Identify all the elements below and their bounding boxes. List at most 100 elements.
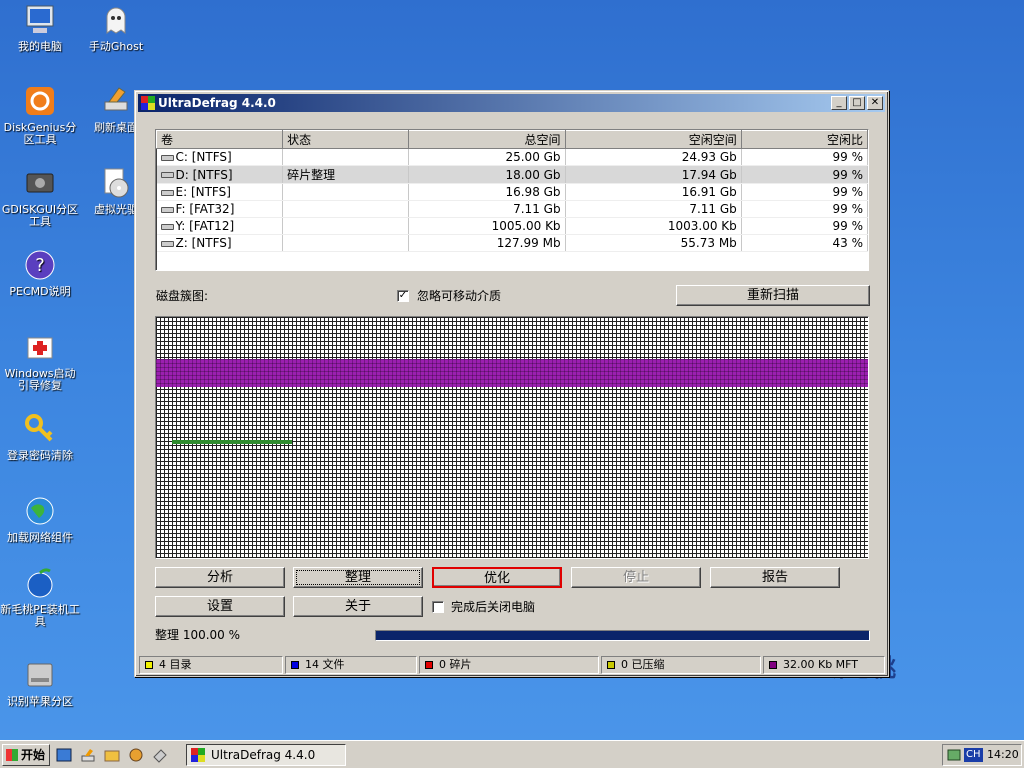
analyze-button[interactable]: 分析 (155, 567, 285, 588)
free-cell: 24.93 Gb (565, 148, 742, 166)
table-row[interactable]: Y: [FAT12] 1005.00 Kb 1003.00 Kb 99 % (156, 217, 868, 235)
close-button[interactable]: ✕ (867, 96, 883, 110)
status-bar: 4 目录 14 文件 0 碎片 0 已压缩 32.00 Kb MFT (139, 656, 886, 674)
volume-cell: D: [NTFS] (175, 167, 233, 182)
desktop-icon-network[interactable]: 加载网络组件 (0, 494, 80, 544)
optimize-button[interactable]: 优化 (432, 567, 562, 588)
shutdown-label[interactable]: 完成后关闭电脑 (451, 598, 535, 615)
language-indicator[interactable]: CH (964, 748, 983, 762)
column-header-total[interactable]: 总空间 (408, 130, 566, 149)
column-header-free[interactable]: 空闲空间 (564, 130, 742, 149)
minimize-button[interactable]: _ (831, 96, 847, 110)
desktop-icon-label: 我的电脑 (18, 40, 62, 53)
skip-removable-checkbox[interactable]: ✓ (397, 290, 409, 302)
drive-icon (160, 172, 174, 178)
taskbar-button-ultradefrag[interactable]: UltraDefrag 4.4.0 (186, 744, 346, 766)
volume-list[interactable]: 卷 状态 总空间 空闲空间 空闲比 C: [NTFS] 25.00 Gb 24.… (155, 129, 869, 271)
maximize-button[interactable]: □ (849, 96, 865, 110)
gdisk-icon (26, 173, 54, 193)
status-mft: 32.00 Kb MFT (763, 656, 885, 674)
quicklaunch-explorer-icon[interactable] (56, 747, 72, 763)
desktop-icon-label: PECMD说明 (9, 285, 71, 298)
desktop-icon-boot-repair[interactable]: Windows启动引导修复 (0, 330, 80, 392)
about-button[interactable]: 关于 (293, 596, 423, 617)
ratio-cell: 99 % (741, 200, 868, 218)
desktop-icon-apple-partition[interactable]: 识别苹果分区 (0, 658, 80, 708)
desktop-icon-password-clear[interactable]: 登录密码清除 (0, 412, 80, 462)
quicklaunch-tools-icon[interactable] (128, 747, 144, 763)
table-row[interactable]: E: [NTFS] 16.98 Gb 16.91 Gb 99 % (156, 183, 868, 201)
desktop-icon-label: Windows启动引导修复 (4, 367, 76, 392)
drive-icon (160, 154, 174, 161)
desktop-icon-label: 登录密码清除 (7, 449, 73, 462)
desktop-icon-label: 识别苹果分区 (7, 695, 73, 708)
ratio-cell: 43 % (741, 234, 868, 252)
free-cell: 16.91 Gb (565, 183, 742, 201)
total-cell: 7.11 Gb (408, 200, 566, 218)
table-row[interactable]: Z: [NTFS] 127.99 Mb 55.73 Mb 43 % (156, 234, 868, 252)
ratio-cell: 99 % (741, 165, 868, 184)
free-cell: 55.73 Mb (565, 234, 742, 252)
desktop-icon-label: GDISKGUI分区工具 (1, 203, 79, 228)
total-cell: 16.98 Gb (408, 183, 566, 201)
cd-icon (104, 168, 129, 198)
brush-icon (104, 87, 128, 111)
quicklaunch-eraser-icon[interactable] (152, 747, 168, 763)
desktop-icon-pe-installer[interactable]: 新毛桃PE装机工具 (0, 566, 80, 628)
volume-cell: E: [NTFS] (175, 185, 231, 199)
desktop-icon-label: 刷新桌面 (94, 121, 138, 134)
column-header-ratio[interactable]: 空闲比 (740, 130, 868, 149)
volume-cell: F: [FAT32] (175, 202, 235, 216)
settings-button[interactable]: 设置 (155, 596, 285, 617)
title-bar[interactable]: UltraDefrag 4.4.0 _ □ ✕ (138, 94, 885, 112)
column-header-volume[interactable]: 卷 (156, 130, 284, 149)
progress-text: 整理 100.00 % (155, 628, 241, 642)
repair-icon (27, 337, 53, 359)
column-header-status[interactable]: 状态 (282, 130, 410, 149)
volume-cell: Y: [FAT12] (175, 219, 235, 233)
total-cell: 18.00 Gb (408, 165, 566, 184)
skip-removable-label[interactable]: 忽略可移动介质 (417, 287, 501, 304)
total-cell: 127.99 Mb (408, 234, 566, 252)
app-icon (141, 96, 155, 110)
total-cell: 25.00 Gb (408, 148, 566, 166)
key-icon (25, 414, 53, 442)
free-cell: 1003.00 Kb (565, 217, 742, 235)
cluster-map-label: 磁盘簇图: (156, 289, 209, 303)
table-row-selected[interactable]: D: [NTFS] 碎片整理 18.00 Gb 17.94 Gb 99 % (156, 165, 868, 184)
desktop-icon-diskgenius[interactable]: DiskGenius分区工具 (0, 84, 80, 146)
ultradefrag-window: UltraDefrag 4.4.0 _ □ ✕ 卷 状态 总空间 空闲空间 空闲… (134, 90, 889, 677)
cluster-map (155, 316, 869, 559)
drive-icon (160, 206, 174, 213)
status-cell: 碎片整理 (282, 165, 410, 184)
desktop-icon-label: 虚拟光驱 (94, 203, 138, 216)
defrag-button[interactable]: 整理 (293, 567, 423, 588)
windows-logo-icon (6, 749, 18, 761)
drive-icon (160, 240, 174, 247)
mft-color-swatch (769, 661, 777, 669)
desktop-icon-label: 加载网络组件 (7, 531, 73, 544)
network-tray-icon[interactable] (947, 748, 961, 762)
stop-button[interactable]: 停止 (571, 567, 701, 588)
desktop-icon-my-computer[interactable]: 我的电脑 (0, 3, 80, 53)
desktop-icon-ghost[interactable]: 手动Ghost (76, 3, 156, 53)
quicklaunch-folder-icon[interactable] (104, 747, 120, 763)
desktop-icon-gdisk[interactable]: GDISKGUI分区工具 (0, 166, 80, 228)
desktop-icon-label: 手动Ghost (88, 40, 144, 53)
table-row[interactable]: C: [NTFS] 25.00 Gb 24.93 Gb 99 % (156, 148, 868, 166)
total-cell: 1005.00 Kb (408, 217, 566, 235)
desktop-icon-pecmd-help[interactable]: ? PECMD说明 (0, 248, 80, 298)
quicklaunch-brush-icon[interactable] (80, 747, 96, 763)
shutdown-checkbox[interactable] (432, 601, 444, 613)
free-cell: 7.11 Gb (565, 200, 742, 218)
directory-color-swatch (145, 661, 153, 669)
network-icon (26, 497, 54, 525)
progress-bar (375, 630, 870, 641)
desktop-icon-label: 新毛桃PE装机工具 (0, 603, 80, 628)
report-button[interactable]: 报告 (710, 567, 840, 588)
rescan-button[interactable]: 重新扫描 (676, 285, 870, 306)
clock[interactable]: 14:20 (987, 745, 1019, 765)
taskbar: 开始 UltraDefrag 4.4.0 CH 14:20 (0, 740, 1024, 768)
table-row[interactable]: F: [FAT32] 7.11 Gb 7.11 Gb 99 % (156, 200, 868, 218)
start-button[interactable]: 开始 (2, 744, 50, 766)
